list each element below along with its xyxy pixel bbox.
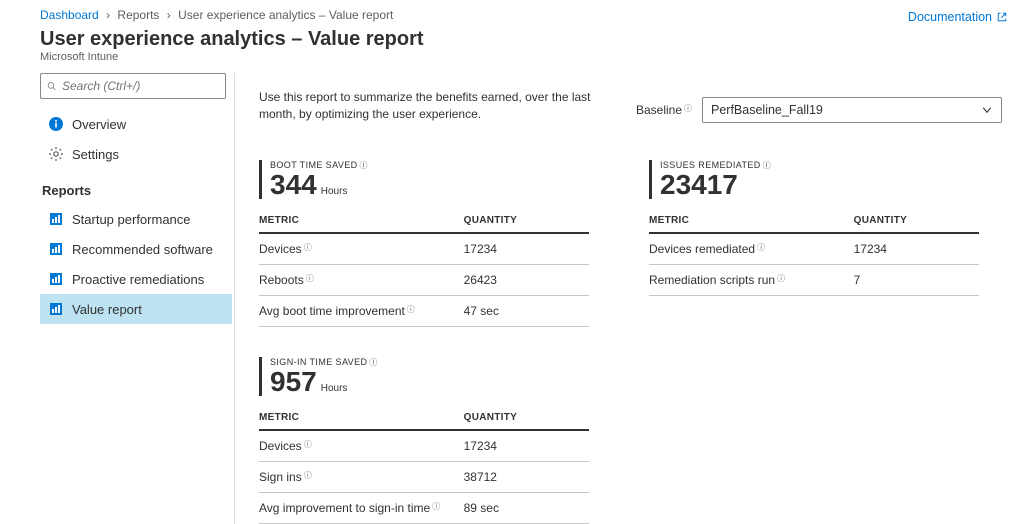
report-icon <box>48 241 64 257</box>
breadcrumb-reports[interactable]: Reports <box>117 8 159 22</box>
breadcrumb-current: User experience analytics – Value report <box>178 8 393 22</box>
report-icon <box>48 301 64 317</box>
sidebar-item-label: Recommended software <box>72 242 213 257</box>
table-row: Devices remediatedⓘ17234 <box>649 233 979 265</box>
report-icon <box>48 211 64 227</box>
table-row: Devicesⓘ17234 <box>259 430 589 462</box>
table-row: Rebootsⓘ26423 <box>259 264 589 295</box>
sidebar-item-label: Overview <box>72 117 126 132</box>
chevron-down-icon <box>981 104 993 116</box>
baseline-value: PerfBaseline_Fall19 <box>711 103 823 117</box>
sidebar: Overview Settings Reports Startup perfor… <box>40 73 235 524</box>
search-input[interactable] <box>62 79 219 93</box>
sidebar-item-settings[interactable]: Settings <box>40 139 232 169</box>
card-unit: Hours <box>321 186 348 197</box>
info-indicator-icon: ⓘ <box>369 358 377 367</box>
page-title: User experience analytics – Value report <box>40 28 1008 51</box>
sidebar-item-label: Value report <box>72 302 142 317</box>
metric-table: METRICQUANTITY Devicesⓘ17234 Sign insⓘ38… <box>259 406 589 524</box>
sidebar-item-label: Startup performance <box>72 212 191 227</box>
col-quantity: QUANTITY <box>464 406 589 430</box>
chevron-right-icon: › <box>106 8 110 22</box>
info-icon <box>48 116 64 132</box>
baseline-select[interactable]: PerfBaseline_Fall19 <box>702 97 1002 123</box>
table-row: Sign insⓘ38712 <box>259 461 589 492</box>
col-quantity: QUANTITY <box>464 209 589 233</box>
report-icon <box>48 271 64 287</box>
col-metric: METRIC <box>259 209 464 233</box>
search-icon <box>47 79 56 93</box>
table-row: Avg boot time improvementⓘ47 sec <box>259 295 589 326</box>
col-metric: METRIC <box>649 209 854 233</box>
chevron-right-icon: › <box>167 8 171 22</box>
card-unit: Hours <box>321 383 348 394</box>
card-value: 23417 <box>660 171 738 199</box>
content: Use this report to summarize the benefit… <box>235 73 1024 524</box>
search-box[interactable] <box>40 73 226 99</box>
external-link-icon <box>996 11 1008 23</box>
sidebar-item-label: Settings <box>72 147 119 162</box>
breadcrumb-dashboard[interactable]: Dashboard <box>40 8 99 22</box>
info-indicator-icon: ⓘ <box>763 161 771 170</box>
documentation-link[interactable]: Documentation <box>908 8 1008 24</box>
gear-icon <box>48 146 64 162</box>
breadcrumb: Dashboard › Reports › User experience an… <box>40 8 393 22</box>
card-value: 957 <box>270 368 317 396</box>
card-issues-remediated: ISSUES REMEDIATEDⓘ 23417 METRICQUANTITY … <box>649 160 979 296</box>
card-sign-in-time-saved: SIGN-IN TIME SAVEDⓘ 957 Hours METRICQUAN… <box>259 357 589 524</box>
info-indicator-icon: ⓘ <box>684 104 692 113</box>
sidebar-item-startup-performance[interactable]: Startup performance <box>40 204 232 234</box>
info-indicator-icon: ⓘ <box>360 161 368 170</box>
table-row: Avg improvement to sign-in timeⓘ89 sec <box>259 492 589 523</box>
col-quantity: QUANTITY <box>854 209 979 233</box>
page-subtitle: Microsoft Intune <box>40 51 1008 63</box>
sidebar-item-overview[interactable]: Overview <box>40 109 232 139</box>
table-row: Remediation scripts runⓘ7 <box>649 264 979 295</box>
sidebar-item-proactive-remediations[interactable]: Proactive remediations <box>40 264 232 294</box>
baseline-label: Baselineⓘ <box>636 103 692 117</box>
metric-table: METRICQUANTITY Devices remediatedⓘ17234 … <box>649 209 979 296</box>
sidebar-item-label: Proactive remediations <box>72 272 204 287</box>
metric-table: METRICQUANTITY Devicesⓘ17234 Rebootsⓘ264… <box>259 209 589 327</box>
sidebar-item-recommended-software[interactable]: Recommended software <box>40 234 232 264</box>
col-metric: METRIC <box>259 406 464 430</box>
sidebar-section-reports: Reports <box>40 169 232 204</box>
sidebar-item-value-report[interactable]: Value report <box>40 294 232 324</box>
card-value: 344 <box>270 171 317 199</box>
table-row: Devicesⓘ17234 <box>259 233 589 265</box>
card-boot-time-saved: BOOT TIME SAVEDⓘ 344 Hours METRICQUANTIT… <box>259 160 589 327</box>
intro-text: Use this report to summarize the benefit… <box>259 89 599 124</box>
documentation-label: Documentation <box>908 10 992 24</box>
